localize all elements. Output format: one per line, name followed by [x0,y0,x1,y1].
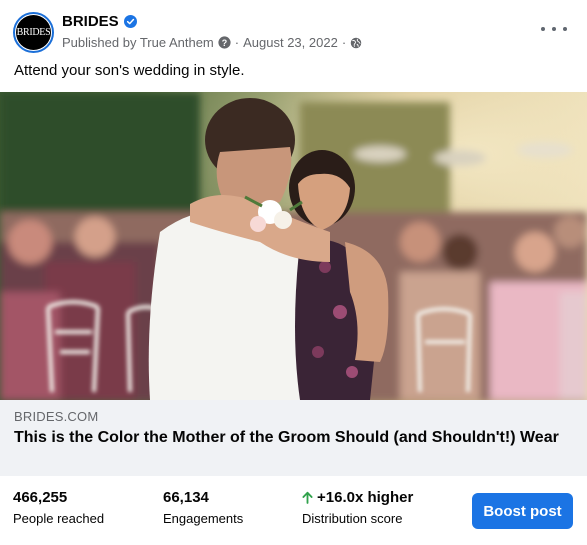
link-preview[interactable]: BRIDES.COM This is the Color the Mother … [0,400,587,476]
post-insights: 466,255 People reached 66,134 Engagement… [0,476,587,545]
post-date[interactable]: August 23, 2022 [243,35,338,50]
published-by: Published by True Anthem [62,35,214,50]
page-avatar[interactable]: BRIDES [13,12,54,53]
svg-text:?: ? [222,38,227,48]
brides-logo: BRIDES [16,15,51,50]
post-caption: Attend your son's wedding in style. [14,62,245,79]
wedding-photo [0,92,587,400]
boost-post-button[interactable]: Boost post [472,493,573,529]
question-circle-icon[interactable]: ? [218,36,231,49]
page-name[interactable]: BRIDES [62,13,119,30]
people-reached-label: People reached [13,511,105,526]
stat-engagements: 66,134 Engagements [163,489,243,526]
stat-people-reached: 466,255 People reached [13,489,104,526]
post-meta: Published by True Anthem ? · August 23, … [62,35,362,50]
distribution-label: Distribution score [302,511,403,526]
globe-icon [350,37,362,48]
more-horizontal-icon [541,27,545,31]
post-image[interactable] [0,92,587,400]
arrow-up-icon [302,491,313,504]
distribution-value: +16.0x higher [317,489,414,506]
link-domain: BRIDES.COM [14,409,99,424]
engagements-label: Engagements [163,511,244,526]
meta-separator: · [234,35,240,50]
post-header: BRIDES BRIDES Published by True Anthem ?… [0,0,587,62]
distribution-value-row: +16.0x higher [302,489,413,506]
page-name-row: BRIDES [62,13,137,30]
people-reached-value: 466,255 [13,489,68,506]
engagements-value: 66,134 [163,489,209,506]
link-title[interactable]: This is the Color the Mother of the Groo… [14,427,574,448]
verified-badge-icon [123,15,137,28]
more-options-button[interactable] [541,22,567,36]
meta-separator: · [341,35,347,50]
stat-distribution-score: +16.0x higher Distribution score [302,489,413,526]
